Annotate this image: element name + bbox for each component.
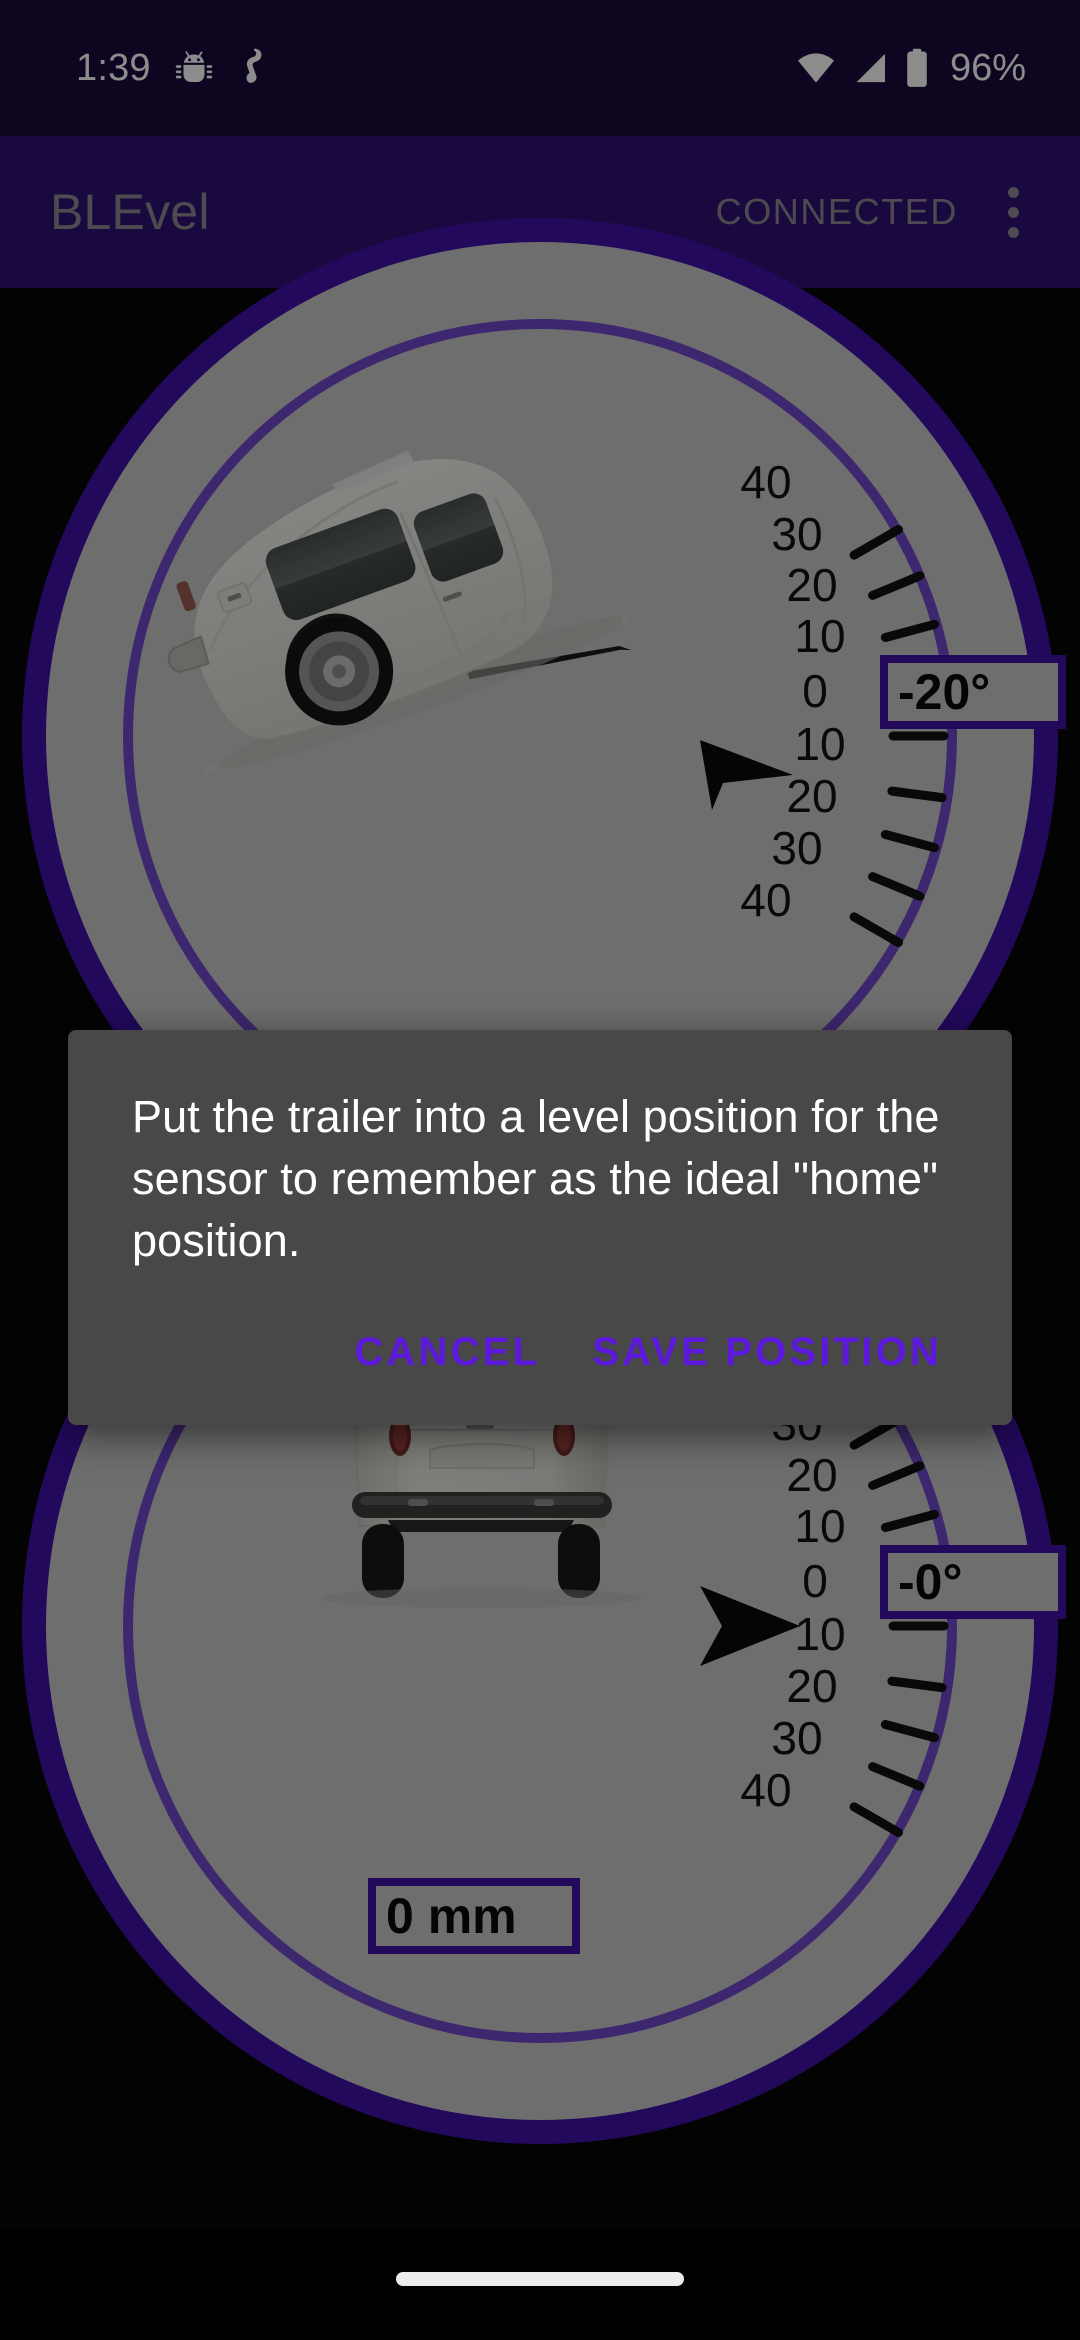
save-position-dialog: Put the trailer into a level position fo… (68, 1030, 1012, 1426)
cancel-button[interactable]: CANCEL (348, 1320, 546, 1385)
save-position-button[interactable]: SAVE POSITION (586, 1320, 948, 1385)
home-gesture-pill[interactable] (396, 2272, 684, 2286)
navigation-bar (0, 2230, 1080, 2340)
dialog-actions: CANCEL SAVE POSITION (132, 1272, 948, 1425)
dialog-message: Put the trailer into a level position fo… (132, 1091, 940, 1267)
phone-screen: 1:39 96% BLEvel CONNECTED 40 30 20 10 0 … (0, 0, 1080, 2340)
